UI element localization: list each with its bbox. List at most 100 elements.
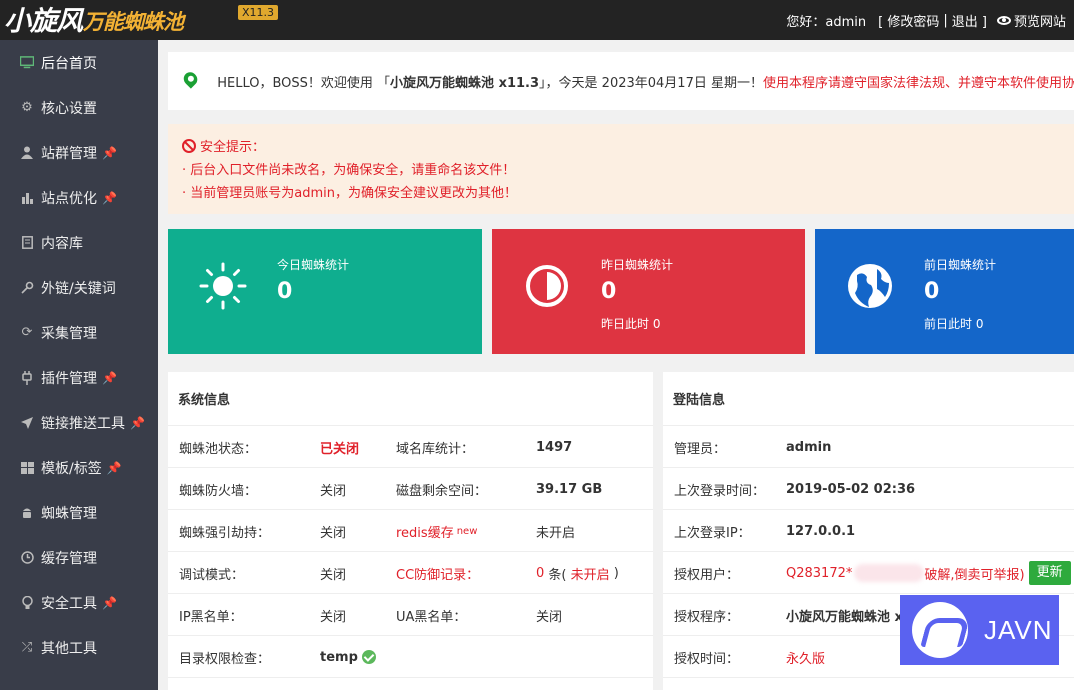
sidebar-item-collect[interactable]: ⟳ 采集管理	[0, 310, 158, 355]
row-value: Q283172* 破解,倒卖可举报) 更新	[786, 552, 1071, 594]
row-value: temp	[320, 636, 376, 678]
row-key: 蜘蛛防火墙：	[179, 483, 258, 499]
stat-title: 昨日蜘蛛统计	[601, 258, 674, 272]
header-user-area: 您好：admin [ 修改密码 | 退出 ] 预览网站	[782, 0, 1066, 40]
main-content: HELLO，BOSS！欢迎使用 「 小旋风万能蜘蛛池 x11.3 」，今天是 2…	[158, 40, 1074, 690]
gear-icon: ⚙	[21, 100, 33, 115]
sidebar-item-link-push[interactable]: 链接推送工具 📌	[0, 400, 158, 445]
row-key: 上次登录时间：	[674, 483, 766, 499]
check-icon	[361, 650, 376, 664]
alert-title: 安全提示：	[200, 140, 266, 155]
sidebar-item-label: 链接推送工具	[41, 415, 125, 432]
globe-icon	[848, 264, 892, 308]
row-key: 域名库统计：	[396, 441, 475, 457]
sidebar-item-label: 核心设置	[41, 100, 97, 117]
ban-icon	[182, 139, 196, 153]
greeting-text: 您好：admin	[786, 14, 867, 30]
eye-icon	[996, 15, 1011, 25]
sidebar-item-label: 其他工具	[41, 640, 97, 657]
row-key: 蜘蛛强引劫持：	[179, 525, 271, 541]
key-icon	[20, 281, 34, 295]
top-header: 小旋风 万能蜘蛛池 X11.3 您好：admin [ 修改密码 | 退出 ] 预…	[0, 0, 1074, 40]
table-row: 管理员： admin	[663, 426, 1074, 468]
bar-chart-icon	[20, 191, 34, 205]
clock-icon	[20, 551, 34, 565]
stat-value: 0	[601, 279, 617, 304]
send-icon	[20, 416, 34, 430]
stat-title: 前日蜘蛛统计	[924, 258, 997, 272]
row-value: 关闭	[320, 525, 347, 541]
table-row: 目录权限检查： temp	[168, 636, 653, 678]
plug-icon	[20, 370, 34, 385]
pin-icon: 📌	[102, 370, 117, 385]
redis-cache-label[interactable]: redis缓存 new	[396, 510, 477, 552]
update-button[interactable]: 更新	[1028, 561, 1071, 585]
alert-line: · 当前管理员账号为admin，为确保安全建议更改为其他！	[182, 186, 517, 201]
sidebar-item-label: 站群管理	[41, 145, 97, 162]
sidebar-item-home[interactable]: 后台首页	[0, 40, 158, 85]
security-alert: 安全提示： · 后台入口文件尚未改名，为确保安全，请重命名该文件！ · 当前管理…	[168, 124, 1074, 214]
cc-defense-link[interactable]: CC防御记录：	[396, 552, 479, 594]
sidebar-item-label: 模板/标签	[41, 460, 102, 477]
row-key: 授权程序：	[674, 609, 740, 625]
logout-link[interactable]: 退出 ]	[952, 11, 987, 30]
grid-icon	[20, 461, 34, 475]
sidebar-item-spiders[interactable]: 蜘蛛管理	[0, 490, 158, 535]
welcome-prefix: HELLO，BOSS！欢迎使用 「	[217, 75, 391, 91]
stat-card-yesterday: 昨日蜘蛛统计 0 昨日此时 0	[492, 229, 805, 354]
row-key: 目录权限检查：	[179, 651, 271, 667]
sidebar-item-links-keywords[interactable]: 外链/关键词	[0, 265, 158, 310]
version-badge: X11.3	[238, 5, 279, 20]
sidebar-item-templates[interactable]: 模板/标签 📌	[0, 445, 158, 490]
shuffle-icon: ⤮	[21, 640, 33, 655]
stat-sub: 昨日此时 0	[601, 317, 661, 331]
welcome-bar: HELLO，BOSS！欢迎使用 「 小旋风万能蜘蛛池 x11.3 」，今天是 2…	[168, 52, 1074, 110]
row-key: 授权用户：	[674, 567, 740, 583]
logo[interactable]: 小旋风 万能蜘蛛池	[4, 2, 184, 38]
panel-title: 登陆信息	[663, 372, 1074, 426]
row-key: UA黑名单：	[396, 609, 467, 625]
sidebar-item-content-library[interactable]: 内容库	[0, 220, 158, 265]
row-key: 管理员：	[674, 441, 727, 457]
panel-title: 系统信息	[168, 372, 653, 426]
watermark-logo-icon	[912, 602, 968, 658]
sidebar-item-plugins[interactable]: 插件管理 📌	[0, 355, 158, 400]
pin-icon: 📌	[102, 145, 117, 160]
sidebar-item-site-optimize[interactable]: 站点优化 📌	[0, 175, 158, 220]
sidebar-item-other-tools[interactable]: ⤮ 其他工具	[0, 625, 158, 670]
row-value: 1497	[536, 439, 573, 455]
preview-site-link[interactable]: 预览网站	[1014, 11, 1066, 30]
sidebar-item-label: 外链/关键词	[41, 280, 116, 297]
stat-value: 0	[277, 279, 293, 304]
row-value: 未开启	[536, 525, 576, 541]
row-value: 已关闭	[320, 441, 360, 457]
row-value: 2019-05-02 02:36	[786, 481, 916, 497]
change-password-link[interactable]: [ 修改密码	[878, 11, 939, 30]
sun-icon	[199, 262, 247, 310]
stat-title: 今日蜘蛛统计	[277, 258, 350, 272]
table-row: 上次登录IP： 127.0.0.1	[663, 510, 1074, 552]
stat-card-today: 今日蜘蛛统计 0	[168, 229, 482, 354]
row-key: 蜘蛛池状态：	[179, 441, 258, 457]
sidebar-item-security[interactable]: 安全工具 📌	[0, 580, 158, 625]
row-value: 0 条( 未开启 )	[536, 565, 619, 583]
watermark-overlay: JAVN	[900, 595, 1059, 665]
sidebar-item-cache[interactable]: 缓存管理	[0, 535, 158, 580]
redacted-mask	[854, 564, 925, 582]
location-pin-icon	[180, 69, 201, 89]
row-value: 小旋风万能蜘蛛池 x	[786, 609, 903, 625]
sidebar-item-label: 安全工具	[41, 595, 97, 612]
table-row: 调试模式： 关闭 CC防御记录： 0 条( 未开启 )	[168, 552, 653, 594]
table-row: 上次登录时间： 2019-05-02 02:36	[663, 468, 1074, 510]
table-row: 蜘蛛防火墙： 关闭 磁盘剩余空间： 39.17 GB	[168, 468, 653, 510]
sidebar-item-label: 插件管理	[41, 370, 97, 387]
table-row: IP黑名单： 关闭 UA黑名单： 关闭	[168, 594, 653, 636]
sidebar-item-site-group[interactable]: 站群管理 📌	[0, 130, 158, 175]
sidebar-item-core-settings[interactable]: ⚙ 核心设置	[0, 85, 158, 130]
pin-icon: 📌	[102, 595, 117, 610]
row-value: 关闭	[320, 567, 347, 583]
header-separator: |	[943, 12, 948, 28]
pin-icon: 📌	[106, 460, 122, 475]
row-key: 调试模式：	[179, 567, 245, 583]
table-row: 蜘蛛强引劫持： 关闭 redis缓存 new 未开启	[168, 510, 653, 552]
